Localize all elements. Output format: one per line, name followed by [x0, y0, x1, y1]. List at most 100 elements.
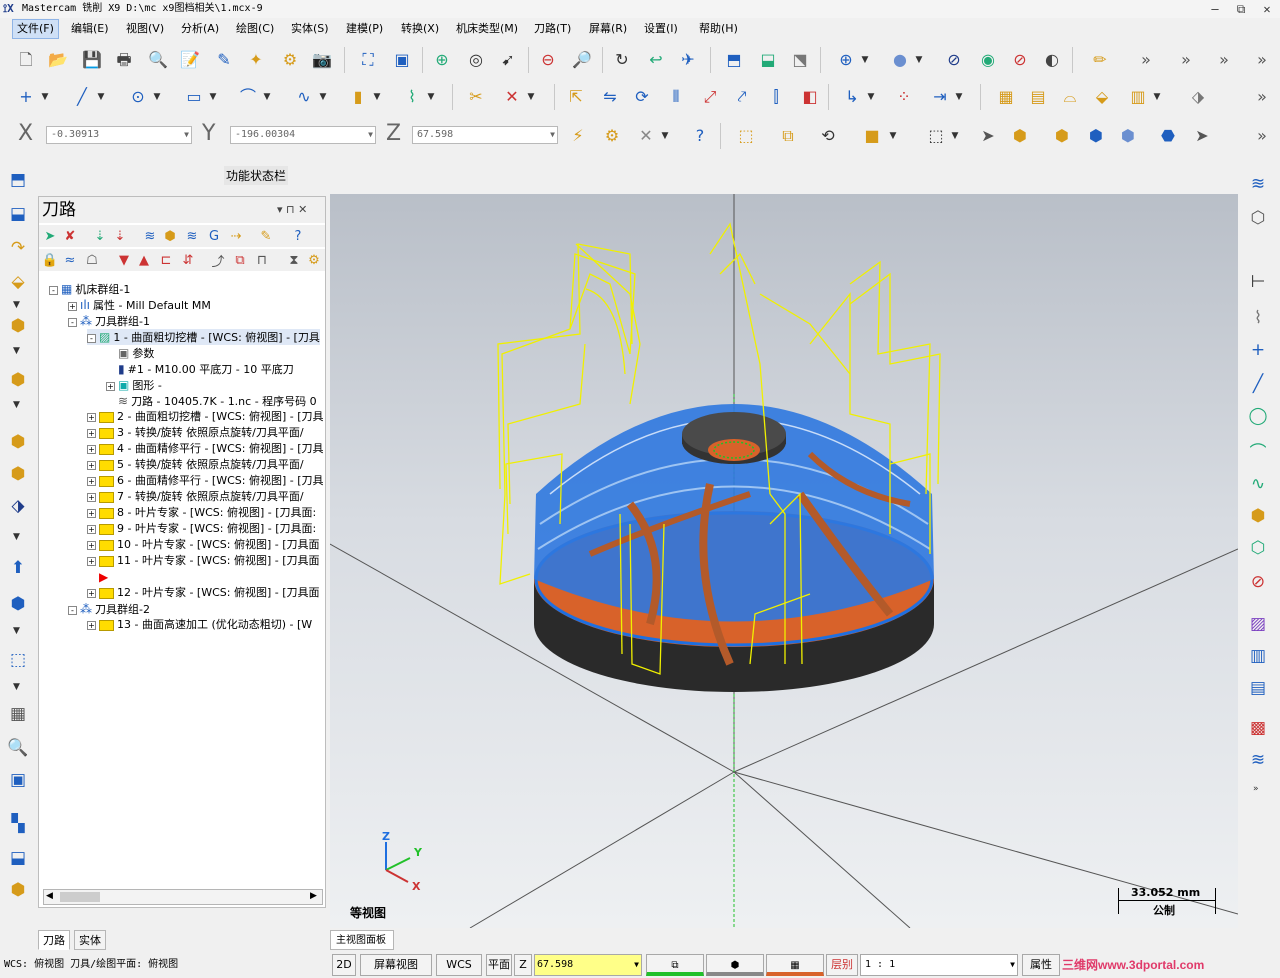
translucent-sphere-icon[interactable]: ◐: [1040, 48, 1064, 72]
2d-3d-toggle[interactable]: 2D: [332, 954, 356, 976]
layer-stack-icon[interactable]: ≋: [1246, 172, 1270, 196]
stock-dropdown-icon[interactable]: ▼: [1152, 85, 1162, 109]
break-icon[interactable]: ✕: [500, 85, 524, 109]
clear-points-icon[interactable]: ✕: [634, 124, 658, 148]
upload-icon[interactable]: ⬆: [6, 556, 30, 580]
stretch-icon[interactable]: ⫿: [764, 85, 788, 109]
tree-row[interactable]: - ▨ 1 - 曲面粗切挖槽 - [WCS: 俯视图] - [刀具: [87, 329, 320, 345]
front-view-icon[interactable]: ⬓: [756, 48, 780, 72]
merge-icon[interactable]: ✎: [212, 48, 236, 72]
analyze-icon[interactable]: ⬗: [1186, 85, 1210, 109]
tree-row[interactable]: +12 - 叶片专家 - [WCS: 俯视图] - [刀具面: [87, 585, 320, 601]
rectangle-icon[interactable]: ▭: [182, 85, 206, 109]
post-icon[interactable]: ⬗: [6, 494, 30, 518]
tree-row[interactable]: ▶: [87, 569, 111, 585]
left-arrow-4-icon[interactable]: ▼: [13, 532, 20, 542]
solid-face-icon[interactable]: ⬢: [1050, 124, 1074, 148]
close-button[interactable]: ✕: [1254, 0, 1280, 18]
collapse-icon[interactable]: -: [87, 333, 96, 343]
menu-settings[interactable]: 设置(I): [640, 19, 682, 39]
cylinder-dropdown-icon[interactable]: ▼: [372, 85, 382, 109]
expand-icon[interactable]: +: [68, 301, 77, 311]
grid-array-icon[interactable]: ⁘: [892, 85, 916, 109]
menu-screen[interactable]: 屏幕(R): [585, 19, 631, 39]
print-preview-icon[interactable]: 🔍: [146, 48, 170, 72]
high-speed-icon[interactable]: ✎: [257, 227, 275, 245]
spline-icon[interactable]: ∿: [292, 85, 316, 109]
backplot-ops-icon[interactable]: ≋: [141, 227, 159, 245]
fillet-dropdown-icon[interactable]: ▼: [262, 85, 272, 109]
z-depth-dropdown-icon[interactable]: ▼: [634, 955, 639, 975]
left-arrow-5-icon[interactable]: ▼: [13, 626, 20, 636]
menu-analyze[interactable]: 分析(A): [177, 19, 223, 39]
tree-row[interactable]: +8 - 叶片专家 - [WCS: 俯视图] - [刀具面:: [87, 505, 316, 521]
expand-icon[interactable]: +: [87, 412, 96, 422]
line-icon[interactable]: ╱: [70, 85, 94, 109]
expand-icon[interactable]: +: [87, 540, 96, 550]
layout-icon[interactable]: ▣: [6, 768, 30, 792]
fillet-icon[interactable]: ⌒: [236, 85, 260, 109]
zoom-select-icon[interactable]: ➹: [496, 48, 520, 72]
menu-solids[interactable]: 实体(S): [287, 19, 333, 39]
verify-g1-icon[interactable]: G: [205, 227, 223, 245]
bend-icon[interactable]: ↳: [840, 85, 864, 109]
shaded-dropdown-icon[interactable]: ▼: [914, 48, 924, 72]
panel-help-icon[interactable]: ?: [289, 227, 307, 245]
print-icon[interactable]: 🖶: [112, 48, 136, 72]
expand-icon[interactable]: +: [87, 444, 96, 454]
tree-row[interactable]: ▣ 参数: [106, 345, 154, 361]
hide-sphere-icon[interactable]: ⊘: [1008, 48, 1032, 72]
move-up-icon[interactable]: ▲: [135, 251, 153, 269]
solids-manager-icon[interactable]: ⬓: [6, 202, 30, 226]
select-window-icon[interactable]: ⧉: [776, 124, 800, 148]
cylinder-icon[interactable]: ▮: [346, 85, 370, 109]
offset-icon[interactable]: ⤤: [730, 85, 754, 109]
x-coord-dropdown-icon[interactable]: ▼: [184, 127, 189, 143]
menu-model[interactable]: 建模(P): [342, 19, 387, 39]
mirror-icon[interactable]: ⇋: [598, 85, 622, 109]
toolbar-overflow-icon[interactable]: »: [1134, 48, 1158, 72]
box-icon[interactable]: ⬢: [6, 878, 30, 902]
wire-cube-icon[interactable]: ⬡: [1246, 536, 1270, 560]
facet-icon[interactable]: ▦: [994, 85, 1018, 109]
rotate-icon[interactable]: ⟳: [630, 85, 654, 109]
tree-row[interactable]: ≋ 刀路 - 10405.7K - 1.nc - 程序号码 0: [106, 393, 317, 409]
scroll-right-icon[interactable]: ▶: [310, 891, 317, 901]
expand-icon[interactable]: +: [87, 492, 96, 502]
main-viewsheet-tab[interactable]: 主视图面板: [330, 930, 394, 950]
menu-xform[interactable]: 转换(X): [397, 19, 443, 39]
circle-dropdown-icon[interactable]: ▼: [152, 85, 162, 109]
pencil-icon[interactable]: ✏: [1088, 48, 1112, 72]
select-all-failed-icon[interactable]: ✘: [61, 227, 79, 245]
left-arrow-3-icon[interactable]: ▼: [13, 400, 20, 410]
toolbar-overflow-4-icon[interactable]: »: [1250, 48, 1274, 72]
left-arrow-1-icon[interactable]: ▼: [13, 300, 20, 310]
select-box-icon[interactable]: ⬚: [924, 124, 948, 148]
solid-edge-icon[interactable]: ⬢: [1116, 124, 1140, 148]
verify-solid-icon[interactable]: ⬢: [1008, 124, 1032, 148]
insert-arrow-icon[interactable]: ⊏: [157, 251, 175, 269]
level-label[interactable]: 层别: [826, 954, 858, 976]
wireframe-sphere-icon[interactable]: ⊕: [834, 48, 858, 72]
level-input[interactable]: 1 : 1 ▼: [860, 954, 1018, 976]
top-view-icon[interactable]: ⬒: [722, 48, 746, 72]
menu-draw[interactable]: 绘图(C): [232, 19, 278, 39]
iso-view-icon[interactable]: ⬔: [788, 48, 812, 72]
line-dropdown-icon[interactable]: ▼: [96, 85, 106, 109]
align-icon[interactable]: ▥: [1246, 644, 1270, 668]
unzoom-icon[interactable]: ⊖: [536, 48, 560, 72]
select-solid-dropdown-icon[interactable]: ▼: [888, 124, 898, 148]
wireframe-dropdown-icon[interactable]: ▼: [860, 48, 870, 72]
select-toggle-icon[interactable]: ⟲: [816, 124, 840, 148]
expand-icon[interactable]: +: [87, 476, 96, 486]
shape-icon[interactable]: ⬓: [6, 846, 30, 870]
toolbar3-overflow-icon[interactable]: »: [1250, 124, 1274, 148]
toolbar2-overflow-icon[interactable]: »: [1250, 85, 1274, 109]
collapse-icon[interactable]: -: [68, 317, 77, 327]
pointer-icon[interactable]: ➤: [976, 124, 1000, 148]
zoom-target-icon[interactable]: ◎: [464, 48, 488, 72]
panel-horizontal-scrollbar[interactable]: ◀ ▶: [43, 889, 323, 905]
tab-solids[interactable]: 实体: [74, 930, 106, 950]
solid-quick-icon[interactable]: ⬢: [1246, 504, 1270, 528]
measure-icon[interactable]: 🔍: [6, 736, 30, 760]
